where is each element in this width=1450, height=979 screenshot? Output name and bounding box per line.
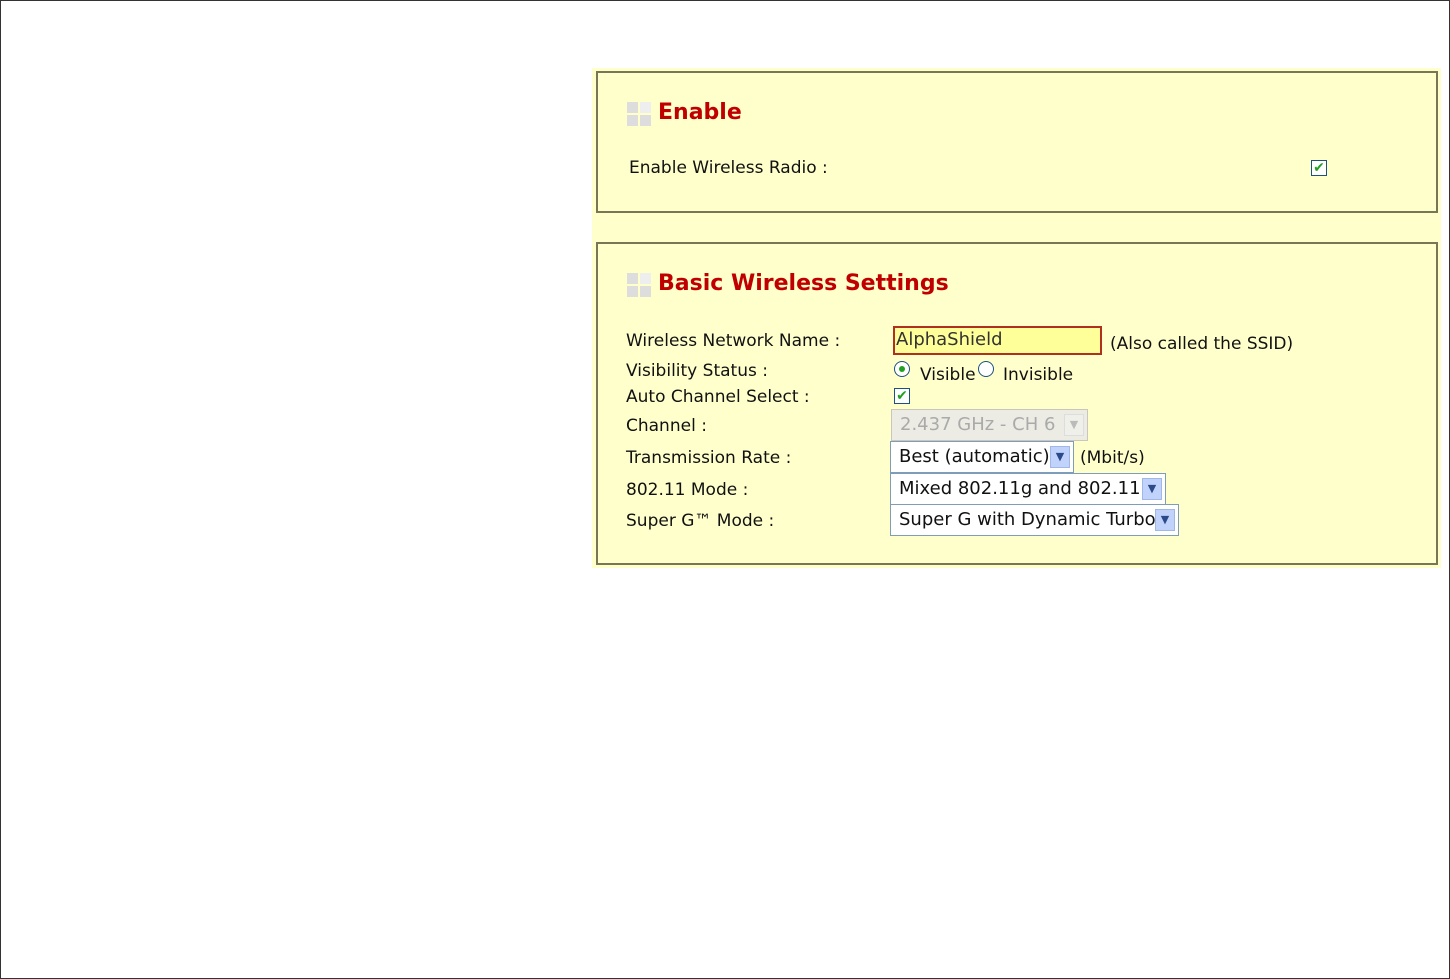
enable-section: Enable Enable Wireless Radio : ✔ — [596, 71, 1438, 213]
chevron-down-icon: ▼ — [1064, 414, 1084, 436]
rate-value: Best (automatic) — [899, 446, 1050, 467]
section-title: Basic Wireless Settings — [658, 271, 949, 296]
superg-label: Super G™ Mode : — [626, 511, 775, 531]
section-title: Enable — [658, 100, 742, 125]
visible-radio[interactable] — [894, 361, 910, 377]
invisible-radio[interactable] — [978, 361, 994, 377]
basic-wireless-section: Basic Wireless Settings Wireless Network… — [596, 242, 1438, 565]
channel-label: Channel : — [626, 416, 707, 436]
section-icon — [627, 102, 651, 126]
visibility-label: Visibility Status : — [626, 361, 768, 381]
chevron-down-icon[interactable]: ▼ — [1155, 509, 1175, 531]
chevron-down-icon[interactable]: ▼ — [1142, 478, 1162, 500]
section-icon — [627, 273, 651, 297]
channel-select: 2.437 GHz - CH 6 ▼ — [891, 409, 1088, 441]
visible-label: Visible — [920, 365, 976, 385]
ssid-note: (Also called the SSID) — [1110, 334, 1294, 354]
network-name-input[interactable]: AlphaShield — [893, 326, 1102, 355]
rate-select[interactable]: Best (automatic) ▼ — [890, 441, 1074, 473]
auto-channel-label: Auto Channel Select : — [626, 387, 810, 407]
auto-channel-checkbox[interactable]: ✔ — [894, 388, 910, 404]
network-name-label: Wireless Network Name : — [626, 331, 841, 351]
mode-value: Mixed 802.11g and 802.11b — [899, 478, 1152, 499]
mode-label: 802.11 Mode : — [626, 480, 749, 500]
superg-value: Super G with Dynamic Turbo — [899, 509, 1156, 530]
mode-select[interactable]: Mixed 802.11g and 802.11b ▼ — [890, 473, 1166, 505]
enable-radio-checkbox[interactable]: ✔ — [1311, 160, 1327, 176]
rate-label: Transmission Rate : — [626, 448, 792, 468]
chevron-down-icon[interactable]: ▼ — [1050, 446, 1070, 468]
superg-select[interactable]: Super G with Dynamic Turbo ▼ — [890, 504, 1179, 536]
rate-unit: (Mbit/s) — [1080, 448, 1145, 468]
enable-radio-label: Enable Wireless Radio : — [629, 158, 828, 178]
invisible-label: Invisible — [1003, 365, 1074, 385]
channel-value: 2.437 GHz - CH 6 — [900, 414, 1056, 435]
